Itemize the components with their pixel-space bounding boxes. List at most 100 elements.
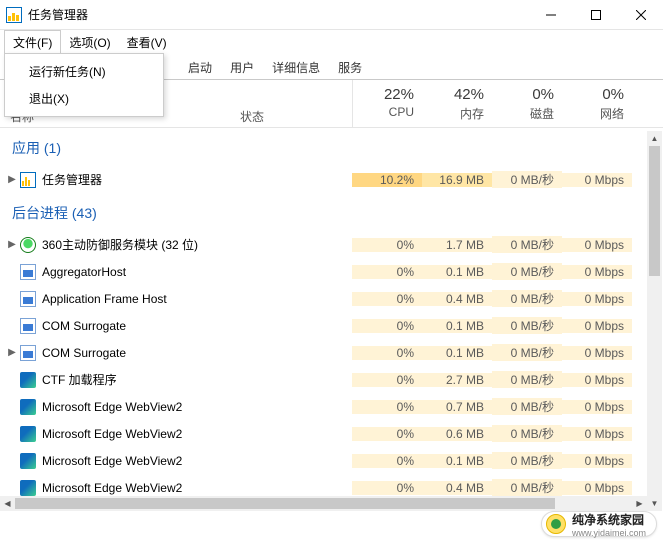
cell-memory: 16.9 MB	[422, 173, 492, 187]
process-list: 应用 (1) ▶任务管理器10.2%16.9 MB0 MB/秒0 Mbps 后台…	[0, 128, 663, 510]
cell-cpu: 0%	[352, 454, 422, 468]
cell-network: 0 Mbps	[562, 265, 632, 279]
process-name: Microsoft Edge WebView2	[42, 454, 182, 468]
maximize-icon	[591, 10, 601, 20]
scroll-thumb-horizontal[interactable]	[15, 498, 555, 509]
process-icon	[20, 480, 42, 496]
cell-disk: 0 MB/秒	[492, 371, 562, 388]
cell-network: 0 Mbps	[562, 346, 632, 360]
process-icon	[20, 291, 42, 307]
menu-file[interactable]: 文件(F)	[4, 30, 61, 54]
watermark-title: 纯净系统家园	[572, 511, 646, 528]
table-row[interactable]: ▶COM Surrogate0%0.1 MB0 MB/秒0 Mbps	[0, 339, 663, 366]
process-name: 360主动防御服务模块 (32 位)	[42, 236, 198, 253]
cell-disk: 0 MB/秒	[492, 452, 562, 469]
process-name: Microsoft Edge WebView2	[42, 427, 182, 441]
process-icon	[20, 318, 42, 334]
cell-network: 0 Mbps	[562, 238, 632, 252]
cpu-usage-pct: 22%	[353, 86, 414, 103]
cell-cpu: 0%	[352, 373, 422, 387]
cell-memory: 0.1 MB	[422, 454, 492, 468]
tab-users[interactable]: 用户	[221, 54, 263, 80]
cell-network: 0 Mbps	[562, 373, 632, 387]
table-row[interactable]: AggregatorHost0%0.1 MB0 MB/秒0 Mbps	[0, 258, 663, 285]
table-row[interactable]: Application Frame Host0%0.4 MB0 MB/秒0 Mb…	[0, 285, 663, 312]
table-row[interactable]: Microsoft Edge WebView20%0.7 MB0 MB/秒0 M…	[0, 393, 663, 420]
col-status[interactable]: 状态	[232, 80, 352, 127]
process-name: COM Surrogate	[42, 346, 126, 360]
cell-disk: 0 MB/秒	[492, 236, 562, 253]
cell-memory: 0.1 MB	[422, 346, 492, 360]
chevron-right-icon[interactable]: ▶	[4, 347, 20, 358]
process-name: COM Surrogate	[42, 319, 126, 333]
table-row[interactable]: ▶任务管理器10.2%16.9 MB0 MB/秒0 Mbps	[0, 166, 663, 193]
table-row[interactable]: Microsoft Edge WebView20%0.6 MB0 MB/秒0 M…	[0, 420, 663, 447]
cell-disk: 0 MB/秒	[492, 263, 562, 280]
minimize-icon	[546, 10, 556, 20]
scroll-down-icon[interactable]: ▼	[647, 496, 662, 511]
table-row[interactable]: COM Surrogate0%0.1 MB0 MB/秒0 Mbps	[0, 312, 663, 339]
cell-cpu: 0%	[352, 481, 422, 495]
process-name: Microsoft Edge WebView2	[42, 400, 182, 414]
cell-memory: 2.7 MB	[422, 373, 492, 387]
scroll-right-icon[interactable]: ▶	[632, 496, 647, 511]
scroll-up-icon[interactable]: ▲	[647, 131, 662, 146]
mem-label: 内存	[422, 105, 484, 122]
chevron-right-icon[interactable]: ▶	[4, 174, 20, 185]
process-name: Microsoft Edge WebView2	[42, 481, 182, 495]
col-network[interactable]: 0% 网络	[562, 80, 632, 127]
table-row[interactable]: ▶360主动防御服务模块 (32 位)0%1.7 MB0 MB/秒0 Mbps	[0, 231, 663, 258]
process-name: 任务管理器	[42, 171, 102, 188]
tab-services[interactable]: 服务	[329, 54, 371, 80]
process-icon	[20, 237, 42, 253]
cell-network: 0 Mbps	[562, 481, 632, 495]
process-icon	[20, 399, 42, 415]
watermark-subtitle: www.yidaimei.com	[572, 528, 646, 538]
table-row[interactable]: Microsoft Edge WebView20%0.1 MB0 MB/秒0 M…	[0, 447, 663, 474]
minimize-button[interactable]	[528, 0, 573, 30]
app-icon	[6, 7, 22, 23]
watermark-badge: 纯净系统家园 www.yidaimei.com	[541, 511, 657, 537]
tab-startup[interactable]: 启动	[179, 54, 221, 80]
col-memory[interactable]: 42% 内存	[422, 80, 492, 127]
cell-network: 0 Mbps	[562, 400, 632, 414]
menu-exit[interactable]: 退出(X)	[5, 85, 163, 112]
scroll-left-icon[interactable]: ◀	[0, 496, 15, 511]
vertical-scrollbar[interactable]: ▲ ▼	[647, 131, 662, 511]
process-icon	[20, 372, 42, 388]
chevron-right-icon[interactable]: ▶	[4, 239, 20, 250]
process-icon	[20, 345, 42, 361]
menu-options[interactable]: 选项(O)	[61, 31, 118, 54]
scroll-thumb-vertical[interactable]	[649, 146, 660, 276]
tab-details[interactable]: 详细信息	[263, 54, 329, 80]
close-button[interactable]	[618, 0, 663, 30]
cell-disk: 0 MB/秒	[492, 479, 562, 496]
cell-disk: 0 MB/秒	[492, 425, 562, 442]
cell-disk: 0 MB/秒	[492, 290, 562, 307]
horizontal-scrollbar[interactable]: ◀ ▶	[0, 496, 647, 511]
disk-usage-pct: 0%	[492, 86, 554, 103]
cell-network: 0 Mbps	[562, 427, 632, 441]
cpu-label: CPU	[353, 105, 414, 119]
close-icon	[636, 10, 646, 20]
section-apps: 应用 (1)	[0, 128, 663, 166]
process-name: Application Frame Host	[42, 292, 167, 306]
table-row[interactable]: CTF 加载程序 0%2.7 MB0 MB/秒0 Mbps	[0, 366, 663, 393]
cell-memory: 0.1 MB	[422, 265, 492, 279]
cell-network: 0 Mbps	[562, 319, 632, 333]
process-icon	[20, 426, 42, 442]
cell-memory: 0.4 MB	[422, 481, 492, 495]
process-name: CTF 加载程序	[42, 371, 117, 388]
disk-label: 磁盘	[492, 105, 554, 122]
col-disk[interactable]: 0% 磁盘	[492, 80, 562, 127]
cell-memory: 0.7 MB	[422, 400, 492, 414]
menu-run-new-task[interactable]: 运行新任务(N)	[5, 58, 163, 85]
maximize-button[interactable]	[573, 0, 618, 30]
menubar: 文件(F) 选项(O) 查看(V)	[0, 30, 663, 54]
col-cpu[interactable]: 22% CPU	[352, 80, 422, 127]
mem-usage-pct: 42%	[422, 86, 484, 103]
section-background: 后台进程 (43)	[0, 193, 663, 231]
menu-view[interactable]: 查看(V)	[119, 31, 175, 54]
cell-cpu: 0%	[352, 346, 422, 360]
process-icon	[20, 172, 42, 188]
